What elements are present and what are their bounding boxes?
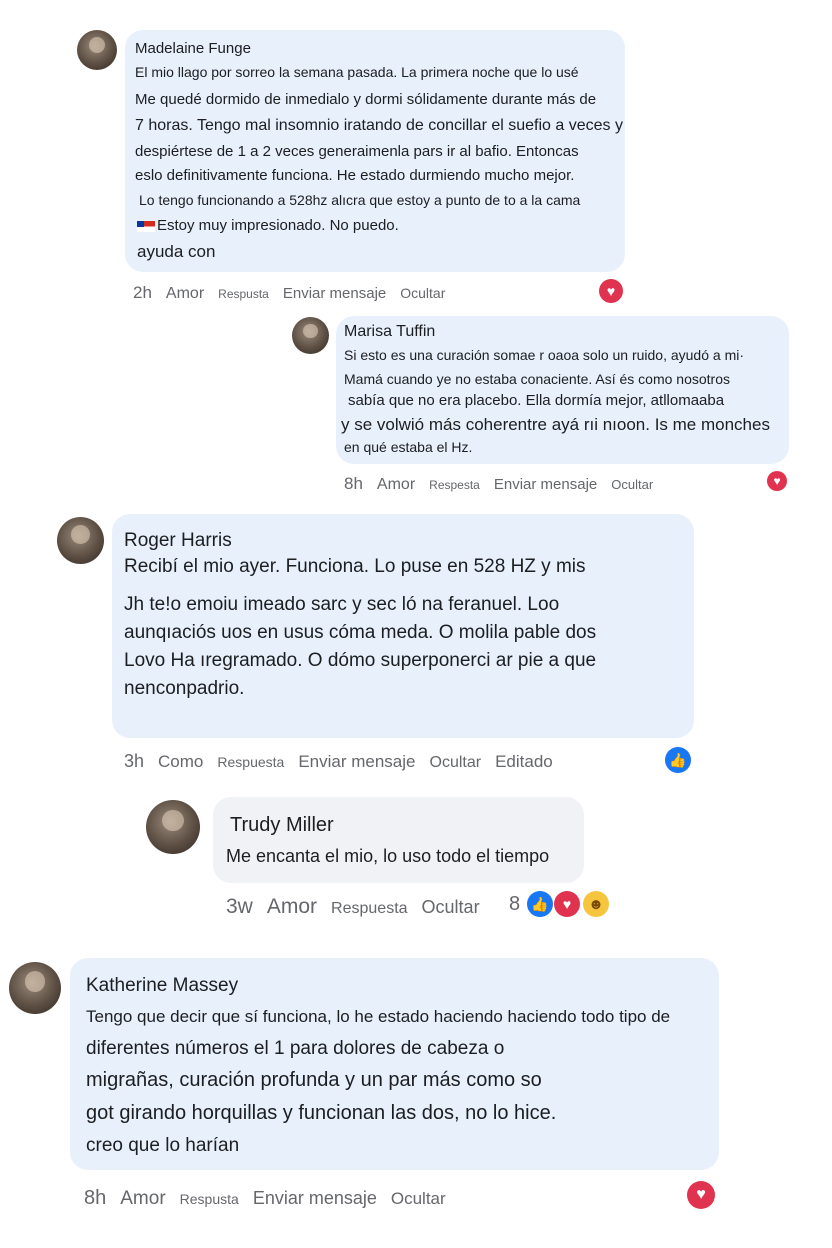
comment-text-line: Mamá cuando ye no estaba conaciente. Así… xyxy=(344,371,731,387)
comment-text-line: Si esto es una curación somae r oaoa sol… xyxy=(344,347,745,363)
author-name[interactable]: Katherine Massey xyxy=(86,975,238,997)
avatar[interactable] xyxy=(9,962,61,1014)
comment-text-fragment: Estoy muy impresionado. No puedo. xyxy=(157,217,399,234)
react-button[interactable]: Como xyxy=(158,752,203,772)
comment-text-line: Tengo que decir que sí funciona, lo he e… xyxy=(86,1007,671,1026)
reaction-count[interactable]: 8 xyxy=(509,893,520,916)
send-message-button[interactable]: Enviar mensaje xyxy=(283,285,386,302)
comment-bubble xyxy=(213,797,584,883)
comment-text-line: Recibí el mio ayer. Funciona. Lo puse en… xyxy=(124,556,586,577)
heart-icon[interactable]: ♥ xyxy=(599,279,623,303)
comment-actions: 2h Amor Respusta Enviar mensaje Ocultar xyxy=(133,283,459,303)
react-button[interactable]: Amor xyxy=(120,1188,165,1210)
comment-actions: 3h Como Respuesta Enviar mensaje Ocultar… xyxy=(124,751,567,772)
author-name[interactable]: Roger Harris xyxy=(124,530,232,552)
comment-text-line: Lo tengo funcionando a 528hz alıcra que … xyxy=(139,192,581,208)
reply-button[interactable]: Respusta xyxy=(180,1191,239,1207)
chile-flag-icon xyxy=(137,220,155,232)
hide-button[interactable]: Ocultar xyxy=(391,1189,446,1209)
send-message-button[interactable]: Enviar mensaje xyxy=(298,752,415,772)
hide-button[interactable]: Ocultar xyxy=(400,285,445,301)
comment-text-line: nenconpadrio. xyxy=(124,678,245,699)
hide-button[interactable]: Ocultar xyxy=(430,754,482,772)
author-name[interactable]: Marisa Tuffin xyxy=(344,323,435,341)
thumbs-up-icon[interactable]: 👍 xyxy=(527,891,553,917)
comment-text-line: creo que lo harían xyxy=(86,1135,240,1156)
comment-text-line: Estoy muy impresionado. No puedo. xyxy=(137,217,399,234)
react-button[interactable]: Amor xyxy=(166,285,204,303)
heart-icon[interactable]: ♥ xyxy=(687,1181,715,1209)
heart-icon[interactable]: ♥ xyxy=(767,471,787,491)
avatar[interactable] xyxy=(77,30,117,70)
reply-button[interactable]: Respuesta xyxy=(331,900,408,918)
send-message-button[interactable]: Enviar mensaje xyxy=(494,476,597,493)
thumbs-up-icon[interactable]: 👍 xyxy=(665,747,691,773)
comment-text-line: despiértese de 1 a 2 veces generaimenla … xyxy=(135,143,579,160)
hide-button[interactable]: Ocultar xyxy=(611,477,653,492)
timestamp[interactable]: 3h xyxy=(124,751,144,772)
reply-button[interactable]: Respusta xyxy=(218,287,269,301)
hide-button[interactable]: Ocultar xyxy=(422,897,480,918)
comment-text-line: Me quedé dormido de inmedialo y dormi só… xyxy=(135,91,597,108)
comment-actions: 3w Amor Respuesta Ocultar xyxy=(226,895,494,919)
comment-text-line: got girando horquillas y funcionan las d… xyxy=(86,1102,557,1124)
avatar[interactable] xyxy=(57,517,104,564)
comment-text-line: diferentes números el 1 para dolores de … xyxy=(86,1038,505,1059)
reply-button[interactable]: Respesta xyxy=(429,478,480,492)
comment-text-line: y se volwió más coherentre ayá rıi nıoon… xyxy=(341,415,770,434)
timestamp[interactable]: 8h xyxy=(344,474,363,494)
laughing-face-icon[interactable]: ☻ xyxy=(583,891,609,917)
comment-text-line: Jh te!o emoiu imeado sarc y sec ló na fe… xyxy=(124,594,560,615)
timestamp[interactable]: 3w xyxy=(226,895,253,919)
author-name[interactable]: Madelaine Funge xyxy=(135,40,251,57)
comment-actions: 8h Amor Respesta Enviar mensaje Ocultar xyxy=(344,474,667,494)
edited-label: Editado xyxy=(495,752,553,771)
timestamp[interactable]: 8h xyxy=(84,1187,106,1210)
comment-text-line: sabía que no era placebo. Ella dormía me… xyxy=(348,392,725,409)
comment-text-line: eslo definitivamente funciona. He estado… xyxy=(135,167,575,184)
heart-icon[interactable]: ♥ xyxy=(554,891,580,917)
comment-text-line: en qué estaba el Hz. xyxy=(344,439,473,455)
comment-text-line: 7 horas. Tengo mal insomnio iratando de … xyxy=(135,117,623,134)
avatar[interactable] xyxy=(292,317,329,354)
comment-text-line: El mio llago por sorreo la semana pasada… xyxy=(135,64,579,80)
author-name[interactable]: Trudy Miller xyxy=(230,814,334,837)
comment-text-line: aunqıaciós uos en usus cóma meda. O moli… xyxy=(124,622,597,643)
react-button[interactable]: Amor xyxy=(377,476,415,494)
reply-button[interactable]: Respuesta xyxy=(217,754,284,770)
timestamp[interactable]: 2h xyxy=(133,283,152,303)
comment-text-line: Lovo Ha ıregramado. O dómo superponerci … xyxy=(124,650,597,671)
react-button[interactable]: Amor xyxy=(267,895,317,919)
comment-text-line: Me encanta el mio, lo uso todo el tiempo xyxy=(226,846,550,866)
comment-actions: 8h Amor Respusta Enviar mensaje Ocultar xyxy=(84,1187,460,1210)
send-message-button[interactable]: Enviar mensaje xyxy=(253,1188,377,1209)
comment-text-line: ayuda con xyxy=(137,242,216,261)
avatar[interactable] xyxy=(146,800,200,854)
comment-text-line: migrañas, curación profunda y un par más… xyxy=(86,1069,542,1091)
